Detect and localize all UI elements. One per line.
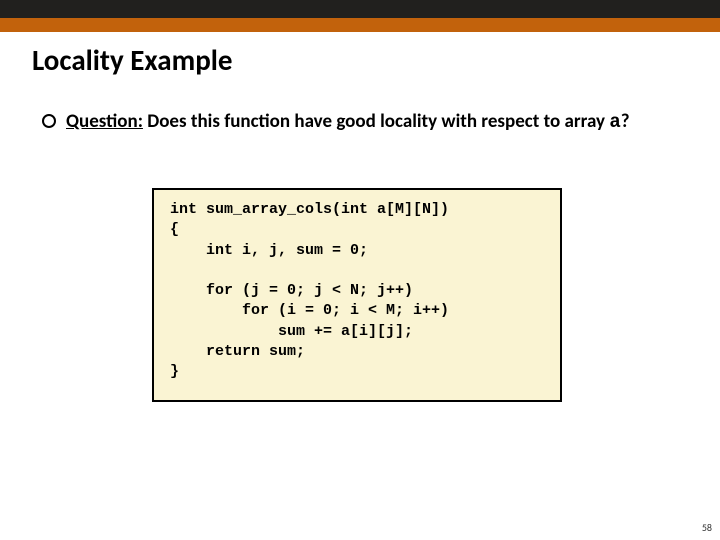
question-text: Question: Does this function have good l…: [66, 110, 630, 135]
top-bar: [0, 0, 720, 18]
code-listing: int sum_array_cols(int a[M][N]) { int i,…: [170, 200, 544, 382]
question-label: Question:: [66, 110, 143, 133]
accent-bar: [0, 18, 720, 32]
page-title: Locality Example: [32, 42, 232, 78]
code-box: int sum_array_cols(int a[M][N]) { int i,…: [152, 188, 562, 402]
question-part1: Does this function have good locality wi…: [143, 110, 609, 133]
question-var: a: [609, 111, 620, 133]
question-part2: ?: [621, 110, 630, 133]
bullet-row: Question: Does this function have good l…: [42, 110, 672, 135]
page-number: 58: [702, 521, 712, 534]
slide: Locality Example Question: Does this fun…: [0, 0, 720, 540]
body: Question: Does this function have good l…: [42, 110, 672, 135]
bullet-icon: [42, 114, 56, 128]
